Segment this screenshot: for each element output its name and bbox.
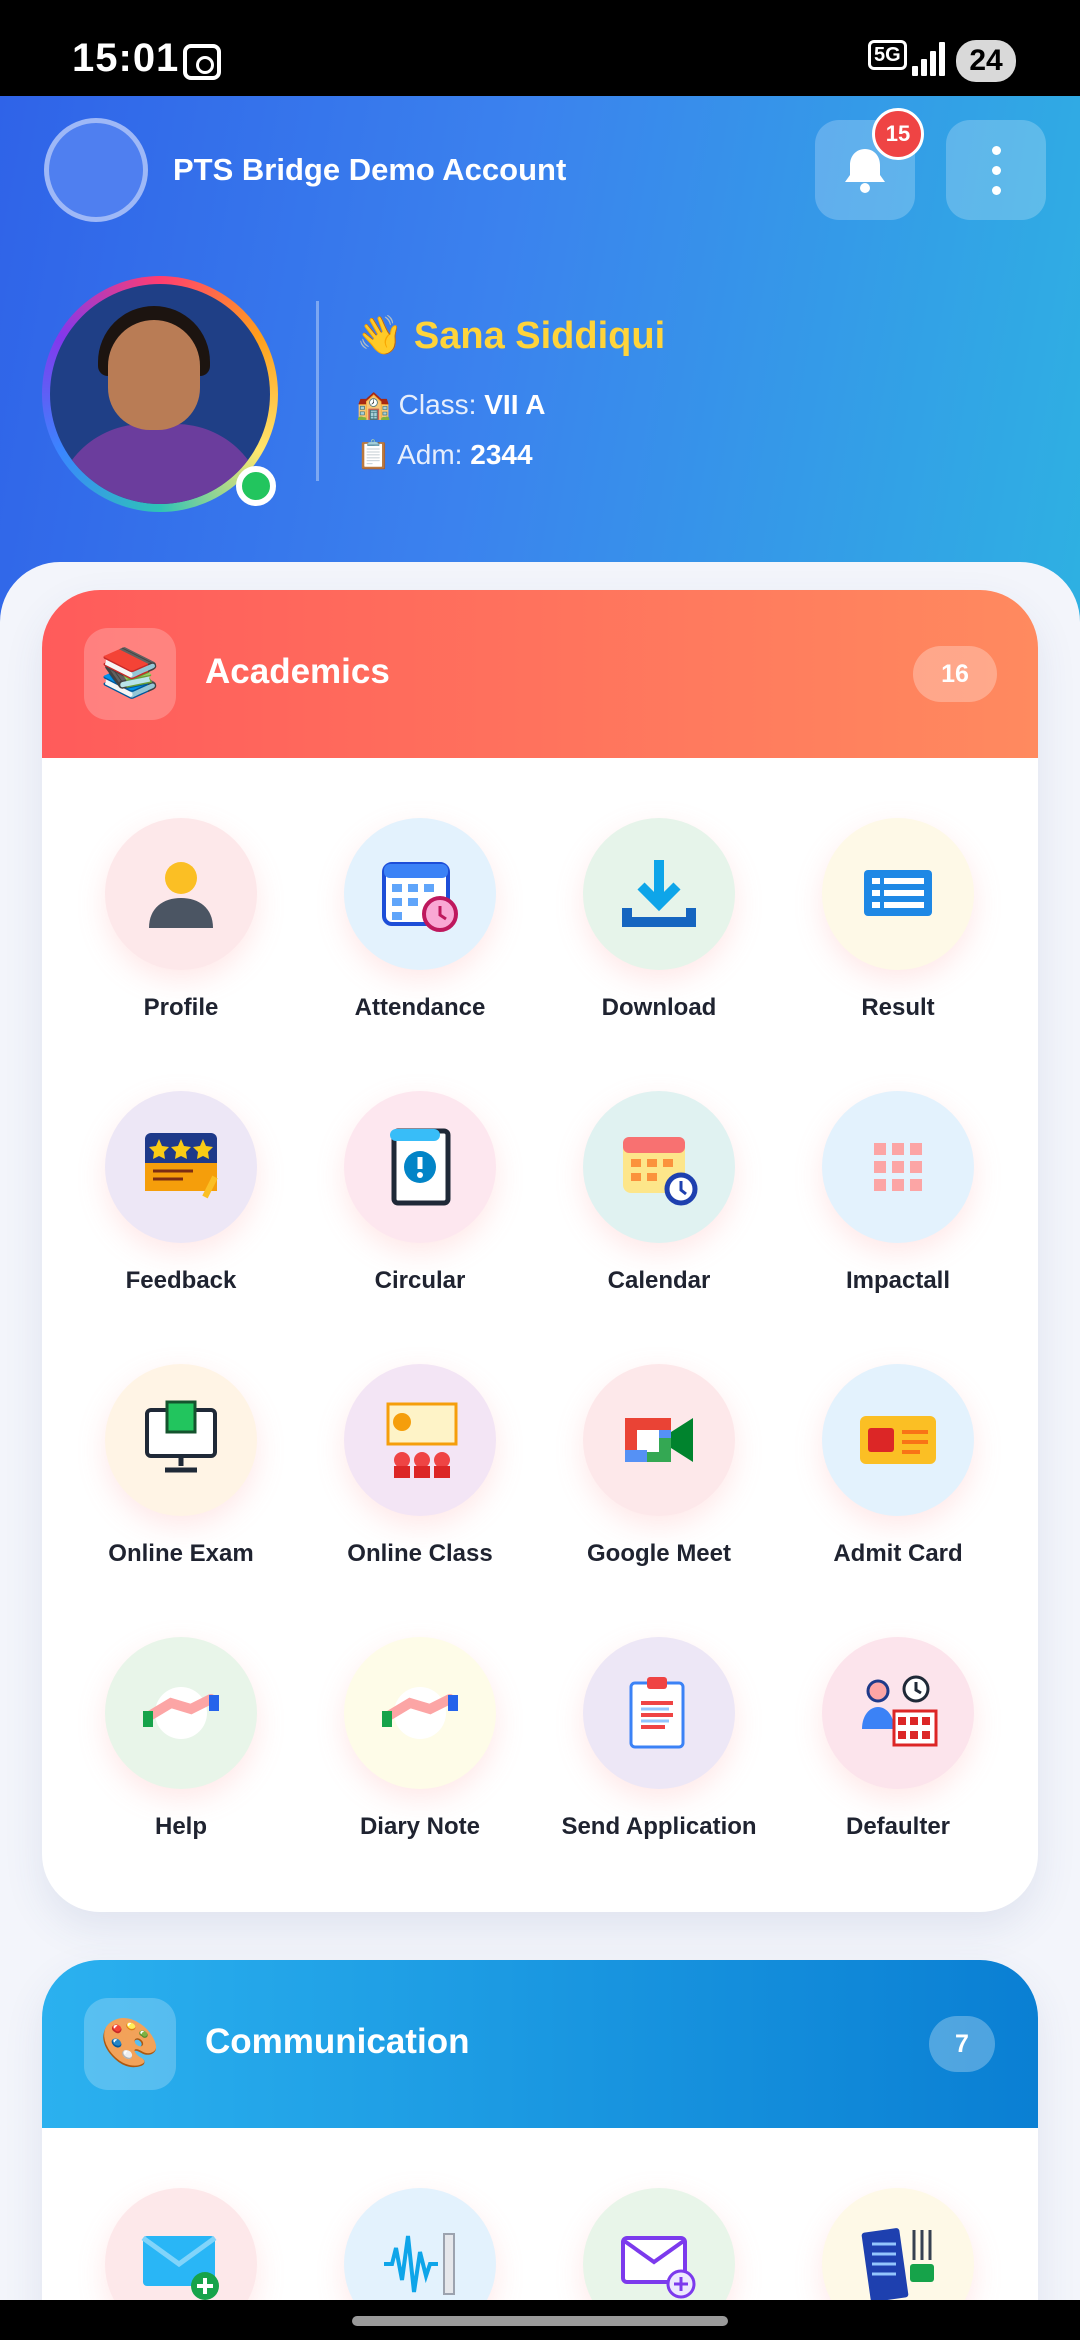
feedback-stars-icon	[145, 1133, 218, 1199]
tile-impactall[interactable]: Impactall	[798, 1091, 998, 1321]
academics-header[interactable]: 📚 Academics 16	[42, 590, 1038, 758]
class-info: 🏫 Class: VII A	[356, 388, 545, 421]
more-options-button[interactable]	[946, 120, 1046, 220]
more-dot-icon	[992, 166, 1001, 175]
school-icon: 🏫	[356, 389, 391, 420]
communication-header[interactable]: 🎨 Communication 7	[42, 1960, 1038, 2128]
header-divider	[316, 301, 319, 481]
status-time: 15:01	[72, 36, 180, 80]
tile-label: Help	[154, 1813, 207, 1840]
calendar-clock-icon	[623, 1137, 698, 1206]
tile-admit-card[interactable]: Admit Card	[798, 1364, 998, 1594]
account-name: PTS Bridge Demo Account	[173, 152, 567, 187]
tile-attendance[interactable]: Attendance	[320, 818, 520, 1048]
tile-help[interactable]: Help	[81, 1637, 281, 1867]
tile-google-meet[interactable]: Google Meet	[559, 1364, 759, 1594]
tile-label: Google Meet	[586, 1540, 731, 1567]
tile-label: Impactall	[845, 1267, 951, 1294]
communication-count-badge: 7	[929, 2016, 995, 2072]
tile-label: Result	[861, 994, 935, 1021]
tile-label: Defaulter	[845, 1813, 951, 1840]
clipboard-small-icon: 📋	[356, 439, 391, 470]
class-value: VII A	[484, 389, 546, 420]
tile-diary-note[interactable]: Diary Note	[320, 1637, 520, 1867]
menu-card-icon	[861, 2228, 934, 2302]
tile-label: Online Class	[347, 1540, 493, 1567]
class-label: Class:	[398, 389, 477, 420]
tile-profile[interactable]: Profile	[81, 818, 281, 1048]
network-type-icon: 5G	[868, 40, 907, 70]
google-meet-icon	[625, 1418, 693, 1462]
tile-circular[interactable]: Circular	[320, 1091, 520, 1321]
online-status-dot	[236, 466, 276, 506]
student-name: 👋 Sana Siddiqui	[356, 314, 665, 358]
result-sheet-icon	[864, 870, 932, 916]
tile-download[interactable]: Download	[559, 818, 759, 1048]
system-nav-bar	[0, 2300, 1080, 2340]
palette-icon: 🎨	[84, 1998, 176, 2090]
signal-icon	[912, 42, 945, 76]
tile-feedback[interactable]: Feedback	[81, 1091, 281, 1321]
voice-wave-icon	[384, 2233, 455, 2295]
email-settings-icon	[621, 2236, 696, 2299]
download-icon	[622, 860, 696, 927]
person-icon	[149, 862, 213, 928]
home-gesture-handle[interactable]	[352, 2316, 728, 2326]
adm-value: 2344	[470, 439, 533, 470]
tile-label: Circular	[374, 1267, 466, 1294]
tile-label: Diary Note	[359, 1813, 481, 1840]
online-class-icon	[386, 1402, 458, 1478]
tile-send-application[interactable]: Send Application	[559, 1637, 759, 1867]
circular-notice-icon	[390, 1128, 451, 1206]
tile-label: Send Application	[561, 1813, 757, 1840]
handshake-icon	[382, 1687, 458, 1739]
wave-icon: 👋	[356, 315, 404, 357]
more-dot-icon	[992, 186, 1001, 195]
admission-info: 📋 Adm: 2344	[356, 438, 533, 471]
tile-defaulter[interactable]: Defaulter	[798, 1637, 998, 1867]
tile-calendar[interactable]: Calendar	[559, 1091, 759, 1321]
battery-icon: 24	[956, 40, 1016, 82]
tile-result[interactable]: Result	[798, 818, 998, 1048]
student-name-text: Sana Siddiqui	[413, 315, 666, 357]
attendance-calendar-icon	[382, 862, 458, 932]
computer-exam-icon	[145, 1400, 217, 1473]
tile-online-class[interactable]: Online Class	[320, 1364, 520, 1594]
tile-label: Feedback	[125, 1267, 237, 1294]
tile-label: Attendance	[354, 994, 486, 1021]
defaulter-icon	[862, 1675, 938, 1747]
academics-count-badge: 16	[913, 646, 997, 702]
notification-badge: 15	[872, 108, 924, 160]
admit-card-icon	[860, 1416, 936, 1464]
handshake-icon	[143, 1687, 219, 1739]
mail-add-icon	[141, 2235, 219, 2300]
more-dot-icon	[992, 146, 1001, 155]
tile-label: Profile	[143, 994, 219, 1021]
tile-online-exam[interactable]: Online Exam	[81, 1364, 281, 1594]
tile-label: Online Exam	[108, 1540, 254, 1567]
tile-label: Admit Card	[833, 1540, 963, 1567]
communication-card: 🎨 Communication 7	[42, 1960, 1038, 2340]
academics-title: Academics	[205, 652, 390, 691]
account-avatar[interactable]	[44, 118, 148, 222]
clipboard-icon	[629, 1677, 685, 1749]
communication-title: Communication	[205, 2022, 470, 2061]
adm-label: Adm:	[397, 439, 463, 470]
tile-label: Download	[601, 994, 717, 1021]
grid-icon	[874, 1143, 922, 1191]
books-icon: 📚	[84, 628, 176, 720]
status-bar: 15:01 5G 24	[0, 0, 1080, 96]
screen-record-icon	[183, 44, 221, 80]
academics-card: 📚 Academics 16 Profile Attendance Downlo…	[42, 590, 1038, 1912]
tile-label: Calendar	[607, 1267, 711, 1294]
